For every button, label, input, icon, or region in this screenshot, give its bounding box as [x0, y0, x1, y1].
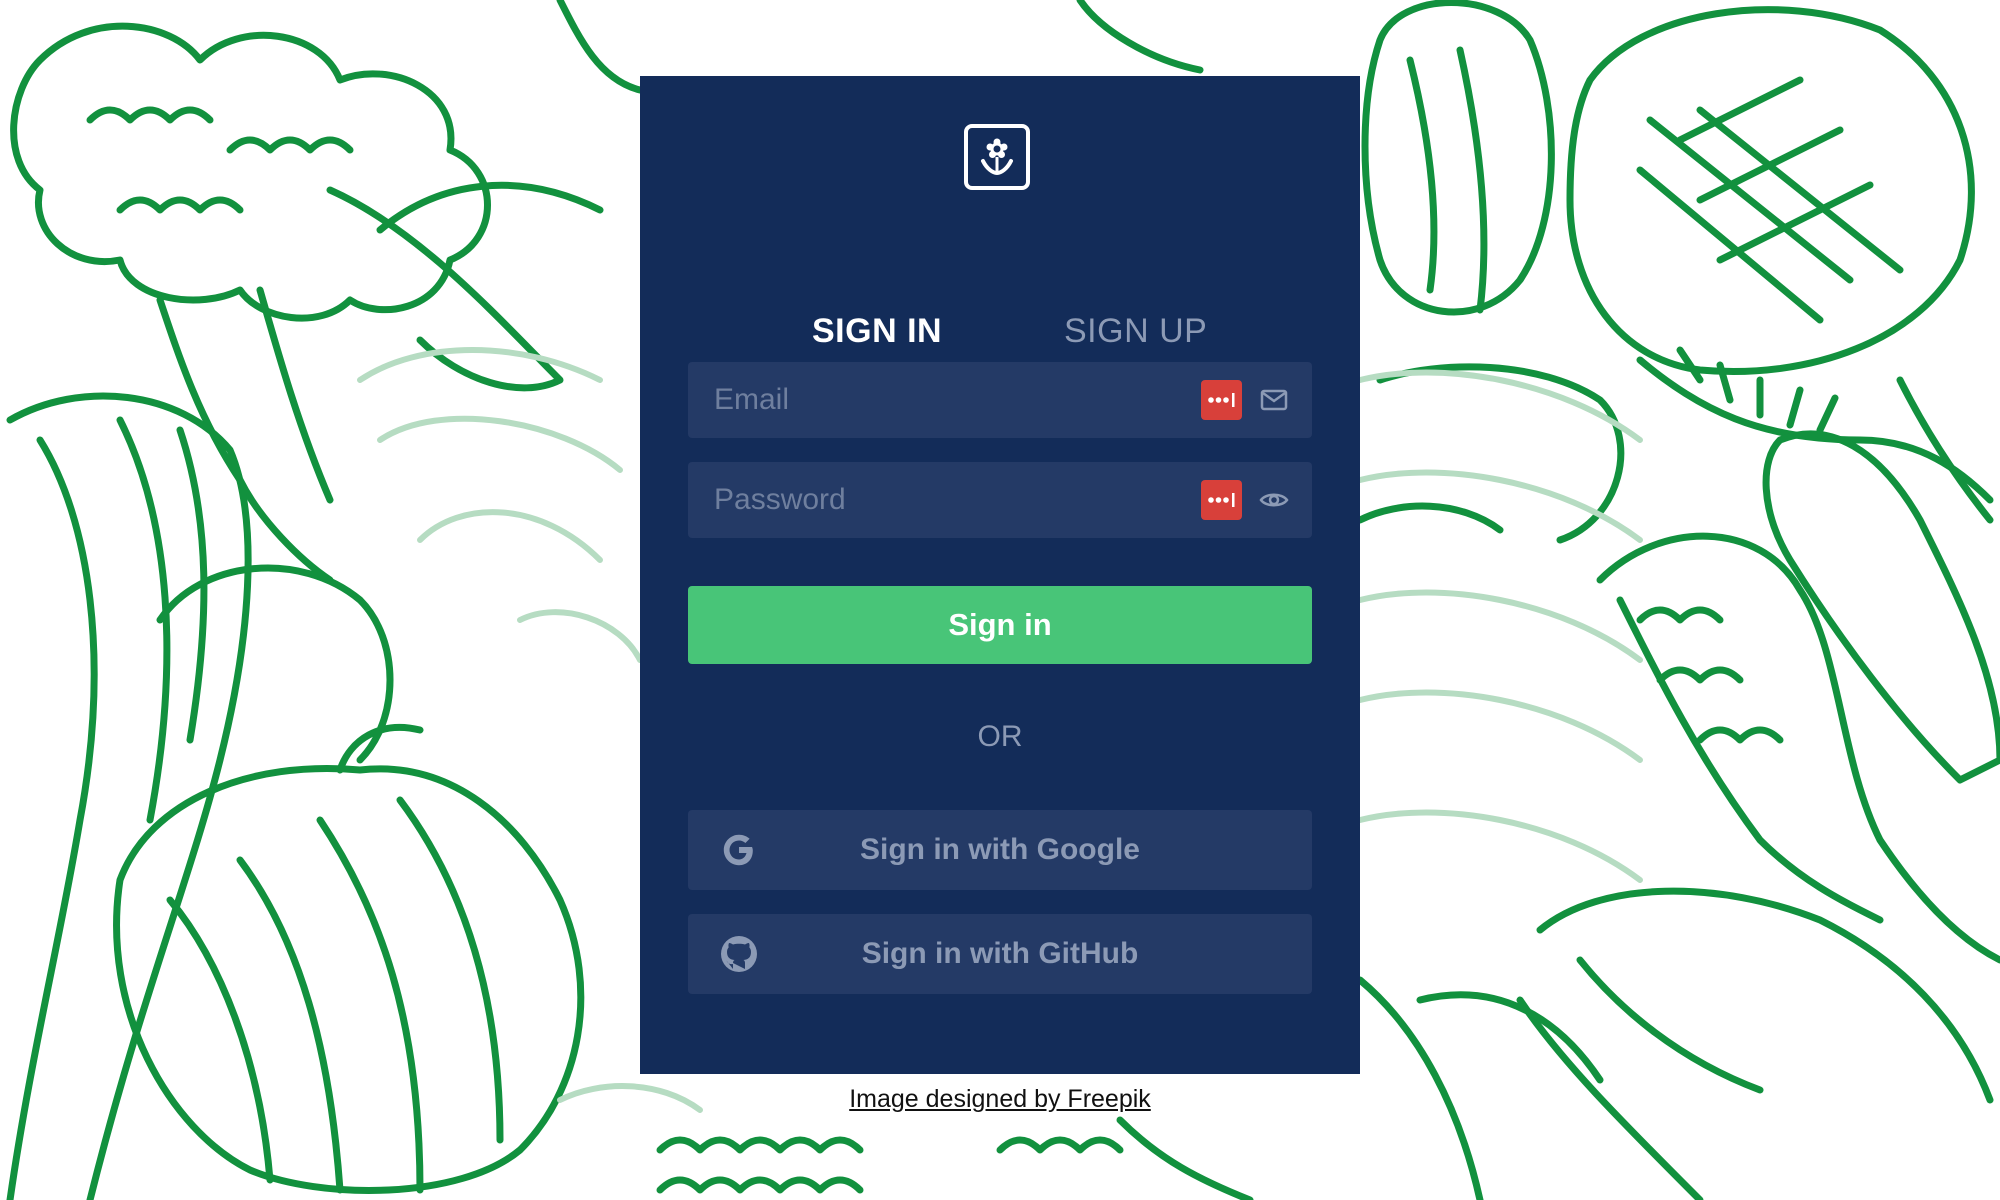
or-divider: OR [977, 720, 1023, 753]
google-sign-in-button[interactable]: Sign in with Google [688, 810, 1312, 890]
password-input[interactable] [688, 462, 1168, 538]
flower-icon [964, 124, 1030, 190]
auth-card: SIGN IN SIGN UP Email Sign in OR Sign in… [640, 76, 1360, 1074]
github-icon [718, 934, 760, 974]
github-sign-in-label: Sign in with GitHub [861, 937, 1139, 970]
google-icon [718, 830, 760, 870]
tab-sign-up[interactable]: SIGN UP [1064, 312, 1207, 351]
password-field-container [688, 462, 1312, 538]
password-manager-icon[interactable] [1201, 380, 1242, 420]
sign-in-button[interactable]: Sign in [688, 586, 1312, 664]
google-sign-in-label: Sign in with Google [860, 833, 1140, 866]
github-sign-in-button[interactable]: Sign in with GitHub [688, 914, 1312, 994]
email-input[interactable] [688, 362, 1168, 438]
tab-sign-in[interactable]: SIGN IN [812, 312, 942, 351]
email-field-container [688, 362, 1312, 438]
eye-icon[interactable] [1259, 486, 1289, 514]
mail-icon [1259, 386, 1289, 414]
image-credit-link[interactable]: Image designed by Freepik [0, 1085, 2000, 1114]
password-manager-icon[interactable] [1201, 480, 1242, 520]
